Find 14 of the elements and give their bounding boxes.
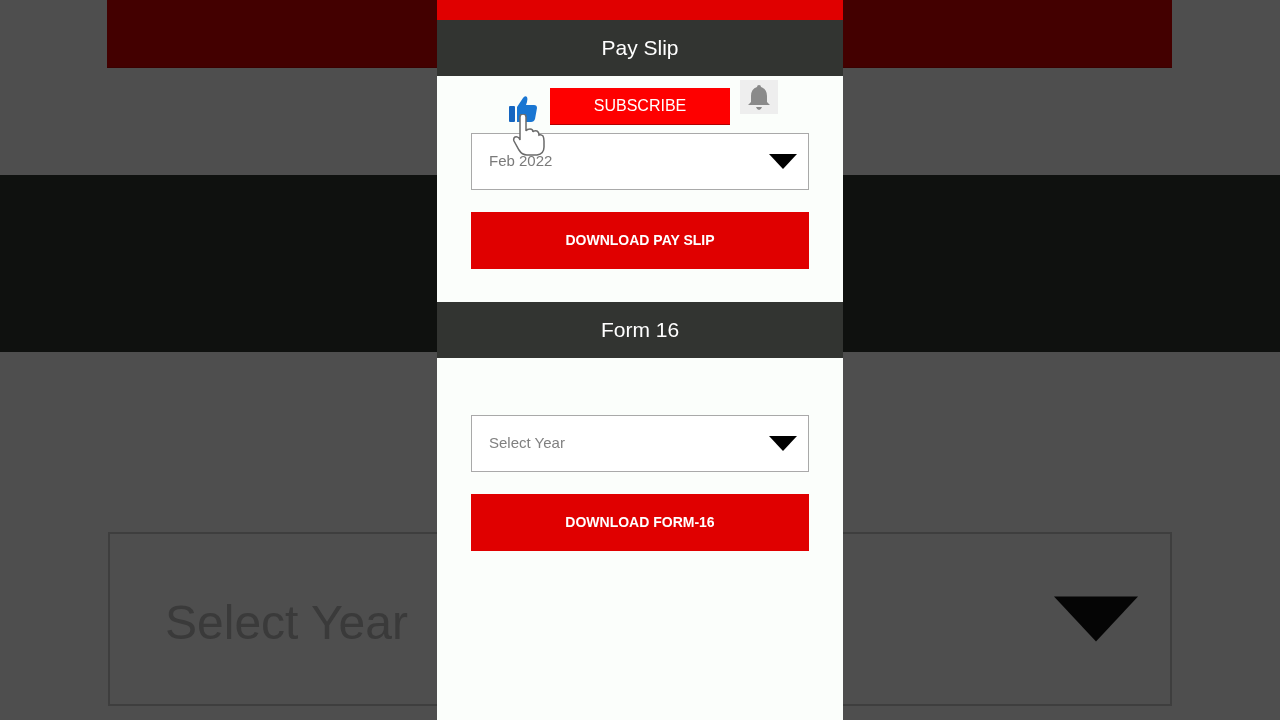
caret-icon <box>769 436 797 451</box>
section-title: Form 16 <box>600 317 680 344</box>
caret-icon <box>1054 596 1138 642</box>
hand-pointer-icon <box>512 114 545 156</box>
download-button[interactable]: DOWNLOAD PAY SLIP <box>471 212 809 269</box>
download-button[interactable]: DOWNLOAD FORM-16 <box>471 494 809 551</box>
caret-icon <box>769 154 797 169</box>
subscribe-button[interactable]: SUBSCRIBE <box>550 88 730 125</box>
dropdown-field[interactable]: Select Year <box>471 415 809 472</box>
section-title: Pay Slip <box>601 35 679 62</box>
dropdown-placeholder: Select Year <box>489 433 565 454</box>
bell-icon <box>740 80 778 114</box>
dropdown-field[interactable]: Feb 2022 <box>471 133 809 190</box>
dropdown-value: Feb 2022 <box>489 151 553 172</box>
